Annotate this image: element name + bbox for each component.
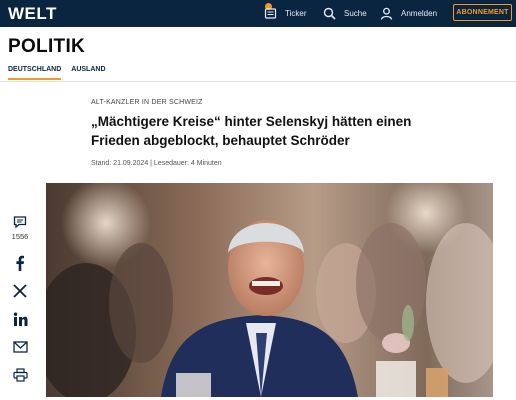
- comment-icon: [13, 216, 27, 229]
- ticker-label: Ticker: [285, 9, 307, 18]
- user-icon: [380, 7, 393, 20]
- print-icon: [12, 368, 28, 382]
- login-label: Anmelden: [401, 9, 438, 18]
- comments-button[interactable]: [10, 213, 30, 231]
- section-title: POLITIK: [8, 36, 86, 57]
- facebook-share-button[interactable]: [10, 253, 30, 273]
- section-divider: [0, 81, 516, 82]
- article-hero-image[interactable]: [46, 183, 493, 397]
- ticker-icon: [264, 8, 277, 19]
- tab-ausland[interactable]: AUSLAND: [71, 66, 105, 80]
- print-button[interactable]: [10, 365, 30, 385]
- tab-deutschland[interactable]: DEUTSCHLAND: [8, 66, 62, 80]
- mail-share-button[interactable]: [10, 337, 30, 357]
- top-navigation-bar: WELT Ticker Suche Anmelden ABONNEMENT: [0, 0, 516, 27]
- article-kicker: ALT-KANZLER IN DER SCHWEIZ: [91, 99, 203, 106]
- share-rail: 1556: [10, 213, 30, 385]
- article-meta: Stand: 21.09.2024 | Lesedauer: 4 Minuten: [91, 160, 222, 167]
- ticker-link[interactable]: Ticker: [264, 0, 306, 27]
- comments-count: 1556: [11, 232, 29, 241]
- welt-logo[interactable]: WELT: [8, 4, 57, 24]
- linkedin-share-button[interactable]: [10, 309, 30, 329]
- photo-illustration: [46, 183, 493, 397]
- search-icon: [323, 7, 336, 20]
- search-link[interactable]: Suche: [323, 0, 367, 27]
- subscribe-button[interactable]: ABONNEMENT: [453, 4, 512, 21]
- x-share-button[interactable]: [10, 281, 30, 301]
- x-icon: [13, 284, 27, 298]
- section-subnav: DEUTSCHLAND AUSLAND: [8, 66, 106, 80]
- login-link[interactable]: Anmelden: [380, 0, 437, 27]
- facebook-icon: [16, 255, 24, 271]
- mail-icon: [12, 341, 28, 353]
- article-headline: „Mächtigere Kreise“ hinter Selenskyj hät…: [91, 114, 412, 148]
- linkedin-icon: [13, 312, 27, 326]
- search-label: Suche: [344, 9, 367, 18]
